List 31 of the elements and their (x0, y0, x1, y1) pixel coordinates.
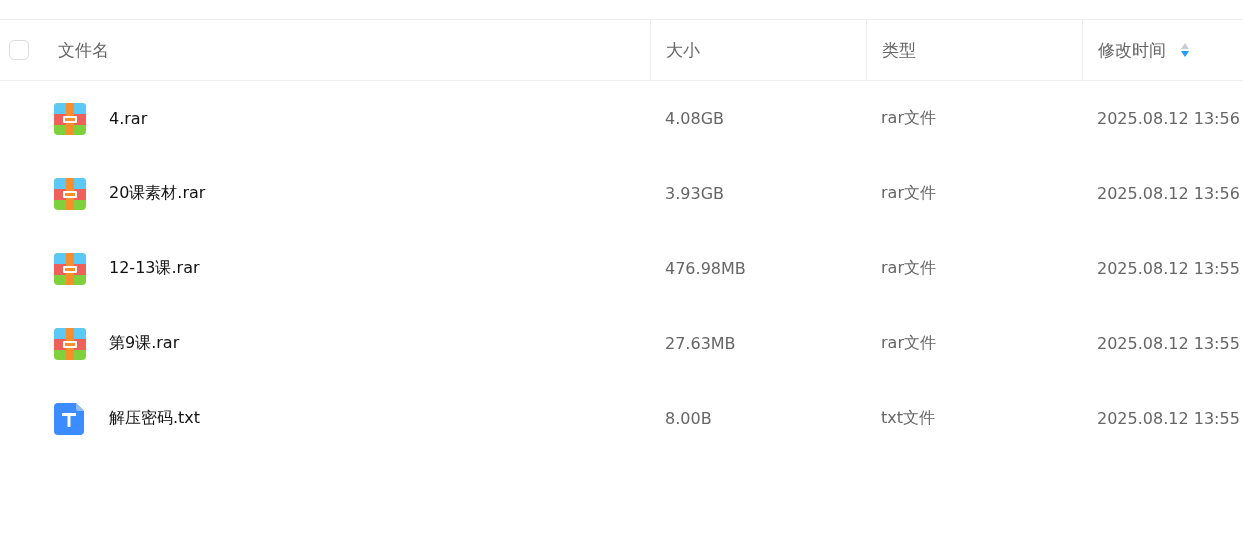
file-size: 8.00B (665, 409, 712, 428)
modified-time: 2025.08.12 13:55 (1097, 259, 1240, 278)
file-size: 27.63MB (665, 334, 736, 353)
select-all-checkbox[interactable] (9, 40, 29, 60)
column-header[interactable]: 文件名 (58, 38, 109, 62)
modified-time: 2025.08.12 13:55 (1097, 334, 1240, 353)
file-name[interactable]: 12-13课.rar (109, 258, 200, 279)
file-type: rar文件 (881, 183, 936, 204)
modified-time: 2025.08.12 13:56 (1097, 184, 1240, 203)
file-name[interactable]: 第9课.rar (109, 333, 180, 354)
column-header[interactable]: 修改时间 (1098, 38, 1166, 62)
file-size: 3.93GB (665, 184, 724, 203)
archive-icon (54, 252, 86, 285)
archive-icon (54, 327, 86, 360)
column-header[interactable]: 类型 (882, 38, 916, 62)
file-type: rar文件 (881, 258, 936, 279)
file-name[interactable]: 4.rar (109, 109, 148, 128)
file-name[interactable]: 20课素材.rar (109, 183, 206, 204)
file-type: rar文件 (881, 108, 936, 129)
file-type: txt文件 (881, 408, 935, 429)
archive-icon (54, 177, 86, 210)
column-header[interactable]: 大小 (666, 38, 700, 62)
archive-icon (54, 102, 86, 135)
sort-icon[interactable] (1180, 42, 1190, 58)
file-name[interactable]: 解压密码.txt (109, 408, 201, 429)
text-file-icon (54, 402, 86, 435)
modified-time: 2025.08.12 13:55 (1097, 409, 1240, 428)
file-size: 476.98MB (665, 259, 746, 278)
file-size: 4.08GB (665, 109, 724, 128)
file-type: rar文件 (881, 333, 936, 354)
modified-time: 2025.08.12 13:56 (1097, 109, 1240, 128)
